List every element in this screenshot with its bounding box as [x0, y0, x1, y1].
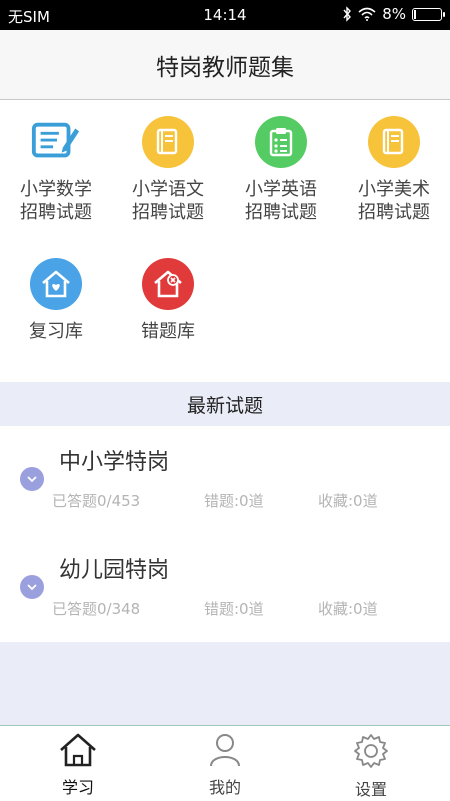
tab-settings[interactable]: 设置 — [321, 732, 421, 800]
bluetooth-icon — [343, 6, 352, 22]
tab-label: 学习 — [61, 778, 94, 797]
category-label: 小学数学 招聘试题 — [20, 179, 92, 223]
wrong-library[interactable]: 错题库 — [112, 258, 224, 343]
tab-label: 设置 — [354, 780, 387, 799]
category-label: 小学语文 招聘试题 — [132, 179, 204, 223]
book-icon — [142, 116, 194, 168]
user-icon — [210, 734, 240, 767]
wifi-icon — [358, 7, 376, 21]
section-header: 最新试题 — [0, 382, 450, 426]
tab-mine[interactable]: 我的 — [175, 732, 275, 798]
exam-list: 中小学特岗 已答题0/453 错题:0道 收藏:0道 幼儿园特岗 已答题0/34… — [0, 426, 450, 642]
status-bar: 无SIM 14:14 8% — [0, 0, 450, 30]
wrong-library-label: 错题库 — [141, 321, 195, 342]
category-math[interactable]: 小学数学 招聘试题 — [0, 116, 112, 224]
page-title: 特岗教师题集 — [156, 54, 294, 81]
app-header: 特岗教师题集 — [0, 30, 450, 100]
section-title: 最新试题 — [186, 394, 263, 417]
category-chinese[interactable]: 小学语文 招聘试题 — [112, 116, 224, 224]
category-art[interactable]: 小学美术 招聘试题 — [338, 116, 450, 224]
list-background — [0, 642, 450, 725]
tab-label: 我的 — [208, 778, 241, 797]
bottom-tab-bar: 学习 我的 设置 — [0, 725, 450, 801]
tab-study[interactable]: 学习 — [28, 732, 128, 798]
list-item[interactable]: 中小学特岗 已答题0/453 错题:0道 收藏:0道 — [0, 426, 450, 534]
edit-document-icon — [30, 116, 82, 168]
home-x-icon — [142, 258, 194, 310]
clipboard-icon — [255, 116, 307, 168]
gear-icon — [354, 734, 388, 768]
review-library[interactable]: 复习库 — [0, 258, 112, 343]
favorite-count: 收藏:0道 — [318, 600, 378, 618]
favorite-count: 收藏:0道 — [318, 492, 378, 510]
wrong-count: 错题:0道 — [204, 492, 264, 510]
category-english[interactable]: 小学英语 招聘试题 — [225, 116, 337, 224]
chevron-down-icon[interactable] — [20, 575, 44, 599]
battery-percent: 8% — [382, 5, 406, 23]
exam-title: 中小学特岗 — [59, 450, 170, 475]
category-label: 小学美术 招聘试题 — [358, 179, 430, 223]
review-library-label: 复习库 — [29, 321, 83, 342]
exam-title: 幼儿园特岗 — [59, 558, 170, 583]
book-icon — [368, 116, 420, 168]
battery-icon — [412, 7, 445, 21]
home-heart-icon — [30, 258, 82, 310]
answered-count: 已答题0/453 — [52, 492, 141, 510]
home-icon — [60, 733, 96, 767]
chevron-down-icon[interactable] — [20, 467, 44, 491]
category-label: 小学英语 招聘试题 — [245, 179, 317, 223]
answered-count: 已答题0/348 — [52, 600, 141, 618]
category-grid: 小学数学 招聘试题 小学语文 招聘试题 小学英语 招聘试题 小学美术 招聘试题 … — [0, 100, 450, 382]
list-item[interactable]: 幼儿园特岗 已答题0/348 错题:0道 收藏:0道 — [0, 534, 450, 642]
wrong-count: 错题:0道 — [204, 600, 264, 618]
